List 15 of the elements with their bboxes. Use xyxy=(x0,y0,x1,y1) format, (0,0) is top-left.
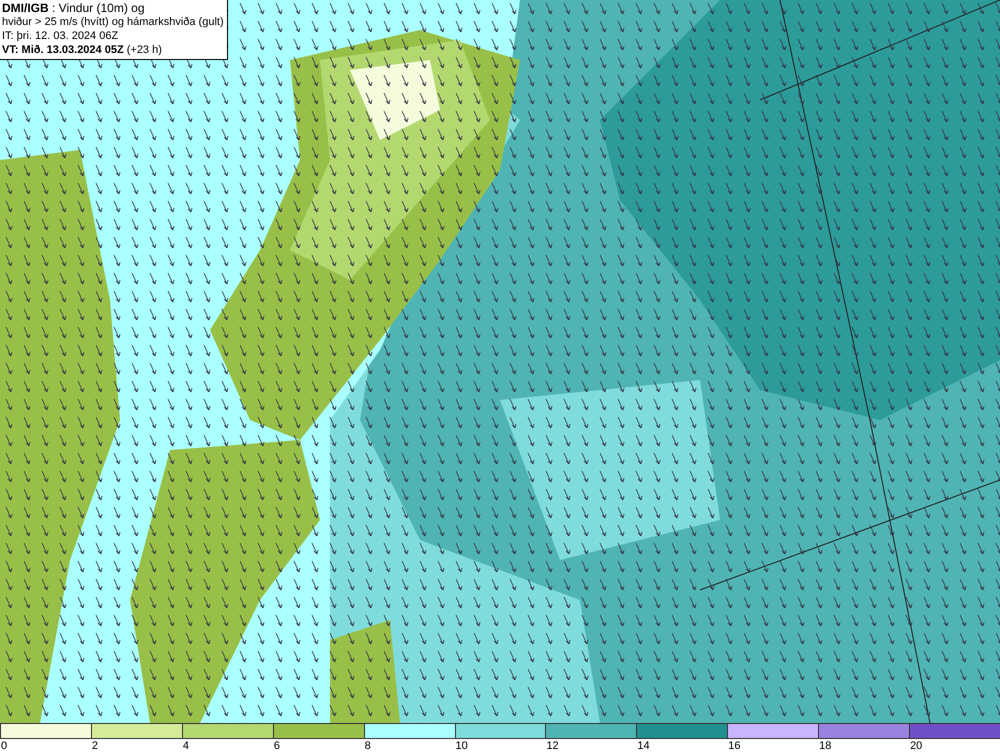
legend-label: 0 xyxy=(0,739,8,753)
legend-label: 8 xyxy=(364,739,371,753)
legend-label: 2 xyxy=(90,739,98,753)
legend-label: 14 xyxy=(636,739,650,753)
legend-label: 16 xyxy=(727,739,740,753)
legend-label: 20 xyxy=(909,739,922,753)
title-line: DMI/IGB : Vindur (10m) og xyxy=(2,1,146,15)
title-line: VT: Mið. 13.03.2024 05Z (+23 h) xyxy=(2,43,163,57)
legend-label: 18 xyxy=(818,739,832,753)
legend-label: 10 xyxy=(454,739,468,753)
legend-label: 6 xyxy=(272,739,280,753)
title-line: IT: þri. 12. 03. 2024 06Z xyxy=(2,29,120,43)
legend-label: 4 xyxy=(182,739,189,753)
legend-label: 12 xyxy=(545,739,559,753)
title-line: hviður > 25 m/s (hvítt) og hámarkshviða (gult) xyxy=(2,15,224,29)
